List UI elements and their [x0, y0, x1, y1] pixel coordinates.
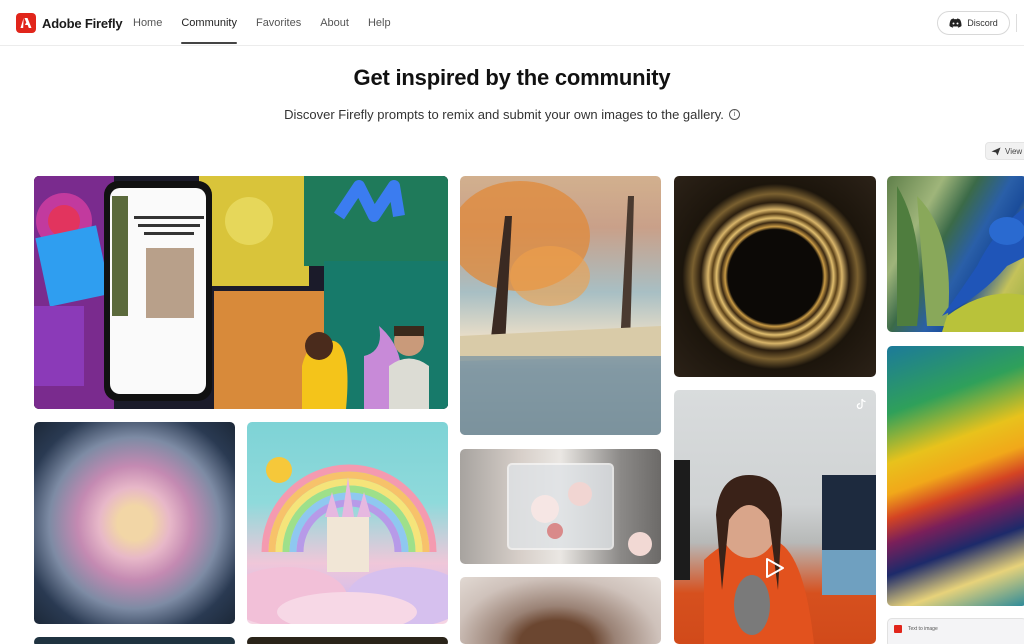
discord-icon — [949, 18, 962, 28]
gallery-tile-forest[interactable] — [460, 176, 661, 435]
main-nav: Home Community Favorites About Help — [133, 0, 410, 46]
discord-label: Discord — [967, 18, 998, 28]
gallery-tile-flower[interactable] — [34, 422, 235, 624]
play-icon[interactable] — [765, 557, 785, 579]
gallery-tile-partial-1[interactable] — [34, 637, 235, 644]
brand[interactable]: Adobe Firefly — [16, 13, 123, 33]
adobe-logo-icon — [16, 13, 36, 33]
gallery-tile-ice-blossom[interactable] — [460, 449, 661, 564]
send-icon — [991, 147, 1001, 155]
bird-artwork — [897, 186, 1024, 332]
nav-community[interactable]: Community — [181, 0, 237, 46]
page-subtitle: Discover Firefly prompts to remix and su… — [0, 107, 1024, 122]
gallery-tile-portrait[interactable] — [460, 577, 661, 644]
tiktok-icon — [856, 398, 866, 410]
gallery-tile-rainbow[interactable] — [247, 422, 448, 624]
forest-artwork — [460, 181, 661, 435]
subtitle-text: Discover Firefly prompts to remix and su… — [284, 107, 724, 122]
gallery-tile-app-screenshot[interactable]: Text to image — [887, 618, 1024, 644]
gallery-tile-partial-2[interactable] — [247, 637, 448, 644]
ice-blossom-artwork — [507, 463, 652, 556]
app-caption: Text to image — [908, 626, 938, 632]
nav-about[interactable]: About — [320, 0, 349, 46]
view-label: View — [1005, 146, 1023, 156]
adobe-logo-icon — [894, 625, 902, 633]
gallery-tile-video[interactable] — [674, 390, 876, 644]
gallery-tile-ring[interactable] — [674, 176, 876, 377]
top-navigation-bar: Adobe Firefly Home Community Favorites A… — [0, 0, 1024, 46]
nav-home[interactable]: Home — [133, 0, 162, 46]
video-artwork — [674, 460, 876, 644]
rainbow-artwork — [247, 457, 448, 624]
nav-favorites[interactable]: Favorites — [256, 0, 301, 46]
gallery-tile-bird[interactable] — [887, 176, 1024, 332]
info-icon[interactable]: i — [728, 109, 740, 120]
discord-button[interactable]: Discord — [937, 11, 1010, 35]
view-button[interactable]: View — [985, 142, 1024, 160]
promo-artwork — [34, 176, 448, 409]
brand-name: Adobe Firefly — [42, 15, 123, 31]
nav-help[interactable]: Help — [368, 0, 391, 46]
page-title: Get inspired by the community — [353, 65, 671, 90]
app-toolbar: Text to image — [894, 625, 938, 633]
header-divider — [1016, 14, 1017, 32]
gallery-tile-promo[interactable] — [34, 176, 448, 409]
gallery-tile-paint[interactable] — [887, 346, 1024, 606]
